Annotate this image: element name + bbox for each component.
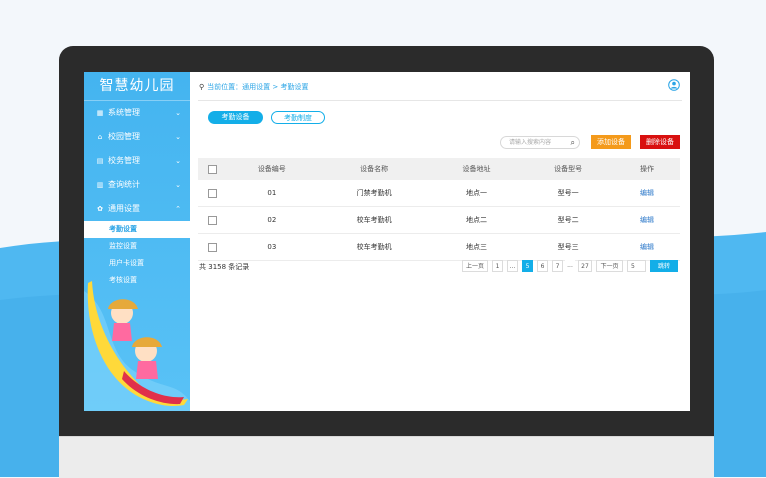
row-checkbox[interactable]	[207, 188, 217, 198]
chart-icon: ▥	[96, 181, 104, 189]
grid-icon: ▦	[96, 109, 104, 117]
table-cell: 门禁考勤机	[317, 180, 431, 207]
column-header: 操作	[614, 158, 680, 180]
search-icon[interactable]: ⌕	[571, 137, 575, 148]
table-cell: 01	[226, 180, 318, 207]
row-checkbox[interactable]	[207, 215, 217, 225]
jump-button[interactable]: 跳转	[650, 260, 678, 272]
table-cell: 校车考勤机	[317, 233, 431, 261]
column-header: 设备编号	[226, 158, 318, 180]
page-button[interactable]: 1	[492, 260, 503, 272]
row-checkbox[interactable]	[207, 242, 217, 252]
edit-link[interactable]: 编辑	[614, 206, 680, 234]
record-count: 共 3158 条记录	[199, 263, 250, 271]
table-cell: 02	[226, 206, 318, 234]
row-select-cell	[198, 180, 226, 207]
chevron-down-icon: ⌄	[175, 133, 181, 141]
app-screen: 智慧幼儿园 ▦ 系统管理 ⌄ ⌂ 校园管理 ⌄ ▤ 校务管理 ⌄ ▥ 查询统计 ⌄ ✿ 通…	[84, 72, 690, 411]
building-icon: ⌂	[97, 133, 103, 141]
table-cell: 型号二	[522, 206, 614, 234]
page-button[interactable]: 6	[537, 260, 548, 272]
chevron-down-icon: ⌄	[175, 109, 181, 117]
tab-attendance-devices[interactable]: 考勤设备	[208, 111, 263, 124]
edit-link[interactable]: 编辑	[614, 233, 680, 261]
children-illustration	[84, 281, 190, 411]
table-cell: 地点三	[430, 233, 523, 261]
select-all-cell	[198, 158, 226, 180]
chevron-down-icon: ⌄	[175, 157, 181, 165]
user-avatar-icon[interactable]	[668, 79, 680, 91]
sidebar-item-affairs[interactable]: ▤ 校务管理 ⌄	[84, 149, 190, 173]
table-cell: 型号三	[522, 233, 614, 261]
table-row: 01 门禁考勤机 地点一 型号一 编辑	[198, 180, 680, 207]
row-select-cell	[198, 206, 226, 234]
gear-icon: ✿	[97, 205, 103, 213]
select-all-checkbox[interactable]	[207, 164, 217, 174]
sidebar-subitem-usercard[interactable]: 用户卡设置	[84, 255, 190, 272]
sidebar: 智慧幼儿园 ▦ 系统管理 ⌄ ⌂ 校园管理 ⌄ ▤ 校务管理 ⌄ ▥ 查询统计 ⌄ ✿ 通…	[84, 72, 190, 411]
edit-link[interactable]: 编辑	[614, 180, 680, 207]
page-ellipsis: ...	[565, 260, 575, 272]
tab-attendance-policy[interactable]: 考勤制度	[271, 111, 325, 124]
page-button-current[interactable]: 5	[522, 260, 533, 272]
page-button[interactable]: 7	[552, 260, 563, 272]
delete-device-button[interactable]: 删除设备	[640, 135, 680, 149]
chevron-up-icon: ⌃	[175, 205, 181, 213]
sidebar-subitem-monitor[interactable]: 监控设置	[84, 238, 190, 255]
column-header: 设备名称	[317, 158, 431, 180]
breadcrumb: ⚲ 当前位置：通用设置 > 考勤设置	[199, 83, 309, 91]
header-divider	[198, 100, 682, 101]
table-cell: 型号一	[522, 180, 614, 207]
monitor-stand	[59, 436, 714, 478]
pagination: 上一页 1 ... 5 6 7 ... 27 下一页 5 跳转	[462, 260, 680, 272]
main-content: ⚲ 当前位置：通用设置 > 考勤设置 考勤设备 考勤制度 请输入搜索内容 ⌕ 添加…	[190, 72, 690, 411]
device-table: 设备编号 设备名称 设备地址 设备型号 操作 01 门禁考勤机 地点一 型号一 …	[198, 158, 680, 261]
row-select-cell	[198, 233, 226, 261]
prev-page-button[interactable]: 上一页	[462, 260, 488, 272]
sidebar-item-general[interactable]: ✿ 通用设置 ⌃	[84, 197, 190, 221]
column-header: 设备地址	[430, 158, 523, 180]
table-cell: 地点二	[430, 206, 523, 234]
page-ellipsis: ...	[507, 260, 518, 272]
next-page-button[interactable]: 下一页	[596, 260, 623, 272]
sidebar-subitem-attendance[interactable]: 考勤设置	[84, 221, 190, 238]
page-button[interactable]: 27	[578, 260, 592, 272]
jump-page-input[interactable]: 5	[627, 260, 646, 272]
sidebar-item-stats[interactable]: ▥ 查询统计 ⌄	[84, 173, 190, 197]
location-pin-icon: ⚲	[199, 83, 205, 91]
sidebar-item-system[interactable]: ▦ 系统管理 ⌄	[84, 101, 190, 125]
add-device-button[interactable]: 添加设备	[591, 135, 631, 149]
chevron-down-icon: ⌄	[175, 181, 181, 189]
search-input[interactable]: 请输入搜索内容 ⌕	[500, 136, 580, 149]
table-cell: 校车考勤机	[317, 206, 431, 234]
table-row: 03 校车考勤机 地点三 型号三 编辑	[198, 233, 680, 261]
table-cell: 03	[226, 233, 318, 261]
table-row: 02 校车考勤机 地点二 型号二 编辑	[198, 206, 680, 234]
column-header: 设备型号	[522, 158, 614, 180]
card-icon: ▤	[96, 157, 104, 165]
sidebar-item-campus[interactable]: ⌂ 校园管理 ⌄	[84, 125, 190, 149]
table-header-row: 设备编号 设备名称 设备地址 设备型号 操作	[198, 158, 680, 180]
table-cell: 地点一	[430, 180, 523, 207]
app-title: 智慧幼儿园	[84, 72, 190, 101]
